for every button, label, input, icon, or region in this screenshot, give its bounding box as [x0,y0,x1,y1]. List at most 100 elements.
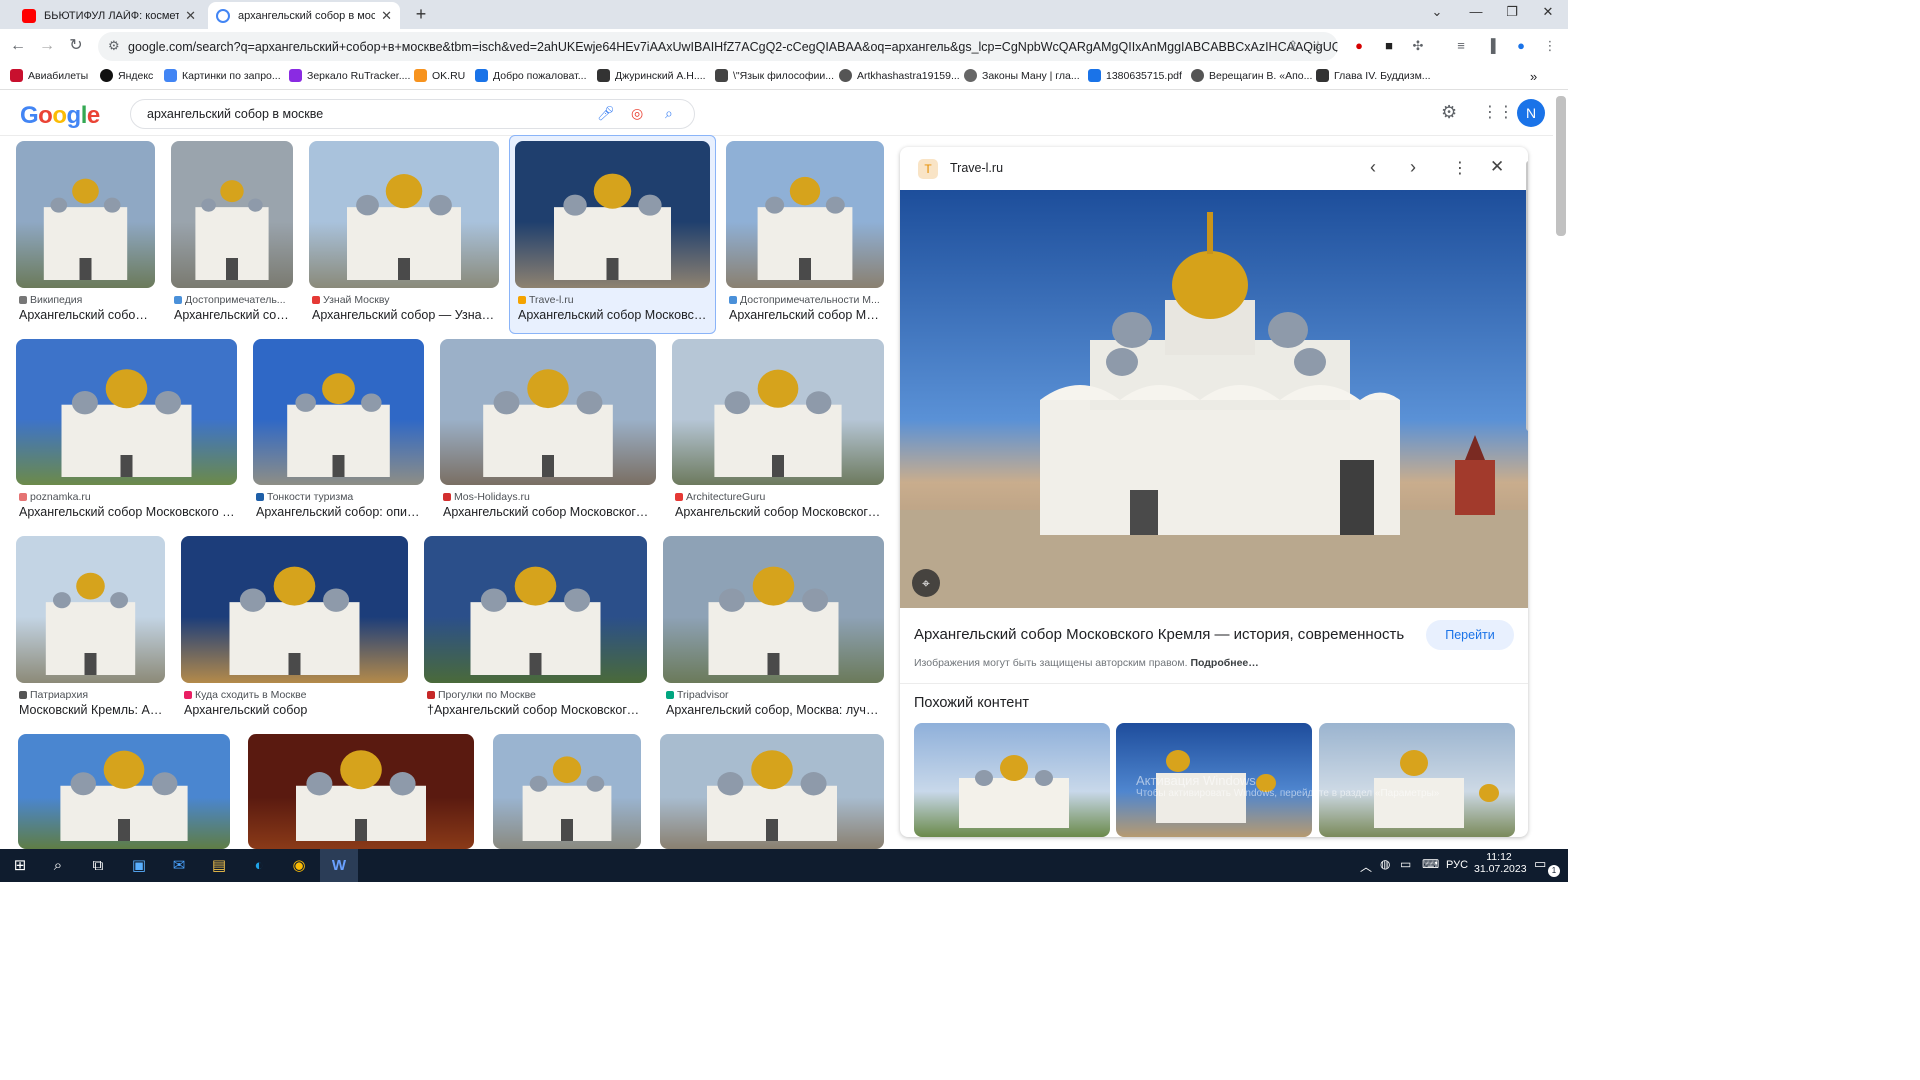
result-source[interactable]: Патриархия [19,689,164,701]
close-tab-icon[interactable]: ✕ [381,8,392,24]
result-thumbnail[interactable] [248,734,474,849]
result-thumbnail[interactable] [663,536,884,683]
bookmark-star-icon[interactable]: ☆ [1309,38,1327,56]
bookmark-item[interactable]: Глава IV. Буддизм... [1316,69,1431,82]
result-source[interactable]: ArchitectureGuru [675,491,883,503]
task-view-icon[interactable]: ⧉ [87,855,109,877]
bookmark-item[interactable]: Верещагин В. «Апо... [1191,69,1312,82]
close-panel-icon[interactable]: ✕ [1490,157,1504,177]
bookmark-item[interactable]: Зеркало RuTracker.... [289,69,410,82]
result-thumbnail[interactable] [440,339,656,485]
apps-grid-icon[interactable]: ⋮⋮ [1482,102,1514,122]
more-options-icon[interactable]: ⋮ [1452,158,1468,178]
result-source[interactable]: Достопримечательности М... [729,294,883,306]
result-source[interactable]: Википедия [19,294,154,306]
result-source[interactable]: poznamka.ru [19,491,236,503]
tab-youtube[interactable]: БЬЮТИФУЛ ЛАЙФ: косметоло ✕ [14,2,204,29]
extension-badge-icon[interactable]: ■ [1380,38,1398,56]
reload-icon[interactable]: ↻ [65,35,87,57]
window-close-icon[interactable]: ✕ [1538,4,1558,22]
result-thumbnail[interactable] [515,141,710,288]
bookmark-item[interactable]: \"Язык философии... [715,69,834,82]
result-caption[interactable]: Архангельский собор [184,703,407,717]
bookmark-item[interactable]: OK.RU [414,69,465,82]
google-logo[interactable]: Google [20,102,100,130]
result-source[interactable]: Достопримечатель... [174,294,292,306]
result-caption[interactable]: Архангельский собор: опис... [256,505,423,519]
windows-start-icon[interactable]: ⊞ [9,855,31,877]
bookmark-item[interactable]: Яндекс [100,69,153,82]
result-thumbnail[interactable] [424,536,647,683]
forward-arrow-icon[interactable]: → [36,35,58,57]
media-queue-icon[interactable]: ≡ [1452,38,1470,56]
result-caption[interactable]: Архангельский соб... [174,308,292,322]
more-bookmarks-icon[interactable]: » [1530,69,1537,84]
bookmark-item[interactable]: Добро пожаловат... [475,69,587,82]
result-thumbnail[interactable] [672,339,884,485]
result-thumbnail[interactable] [16,339,237,485]
result-caption[interactable]: Архангельский собор Московск... [518,308,709,322]
result-source[interactable]: Куда сходить в Москве [184,689,407,701]
related-image[interactable] [914,723,1110,837]
notifications-icon[interactable]: ▭ [1534,856,1546,872]
opera-extension-icon[interactable]: ● [1350,38,1368,56]
tab-google-images[interactable]: архангельский собор в моске ✕ [208,2,400,29]
result-caption[interactable]: Архангельский собор, Москва: лучш... [666,703,883,717]
address-bar[interactable]: ⚙ google.com/search?q=архангельский+собо… [98,32,1338,61]
result-thumbnail[interactable] [253,339,424,485]
result-thumbnail[interactable] [493,734,641,849]
mail-icon[interactable]: ✉ [168,855,190,877]
result-source[interactable]: Mos-Holidays.ru [443,491,655,503]
share-icon[interactable]: ⇪ [1284,38,1302,56]
store-icon[interactable]: ▣ [128,855,150,877]
result-source[interactable]: Tripadvisor [666,689,883,701]
page-scrollbar[interactable] [1556,96,1566,236]
result-caption[interactable]: Архангельский собор Мо... [729,308,883,322]
bookmark-item[interactable]: 1380635715.pdf [1088,69,1182,82]
result-caption[interactable]: Архангельский собор ... [19,308,154,322]
result-source[interactable]: Trave-l.ru [518,294,709,306]
result-caption[interactable]: Архангельский собор Московского ... [443,505,655,519]
lens-search-icon[interactable]: ⌖ [912,569,940,597]
previous-arrow-icon[interactable]: ‹ [1370,157,1376,178]
panel-site-name[interactable]: Trave-l.ru [950,161,1003,175]
result-caption[interactable]: Московский Кремль: Ар... [19,703,164,717]
search-icon[interactable]: ⌕ [665,105,673,122]
language-indicator[interactable]: РУС [1446,859,1468,871]
preview-title[interactable]: Архангельский собор Московского Кремля —… [914,626,1414,643]
minimize-icon[interactable]: — [1466,4,1486,22]
taskbar-search-icon[interactable]: ⌕ [47,855,69,877]
clock[interactable]: 11:12 31.07.2023 [1474,851,1527,875]
account-avatar[interactable]: N [1517,99,1545,127]
edge-icon[interactable]: ◐ [248,855,270,877]
preview-image[interactable]: ⌖ [900,190,1528,608]
bookmark-item[interactable]: Джуринский А.Н.... [597,69,706,82]
result-caption[interactable]: Архангельский собор Московского к... [19,505,236,519]
result-thumbnail[interactable] [309,141,499,288]
panel-scrollbar[interactable] [1526,161,1528,431]
tab-search-icon[interactable]: ⌄ [1427,4,1447,22]
result-source[interactable]: Узнай Москву [312,294,498,306]
maximize-icon[interactable]: ❐ [1502,4,1522,22]
side-panel-icon[interactable]: ▐ [1482,38,1500,56]
file-explorer-icon[interactable]: ▤ [208,855,230,877]
close-tab-icon[interactable]: ✕ [185,8,196,24]
site-info-icon[interactable]: ⚙ [108,38,120,54]
new-tab-button[interactable]: + [410,3,432,25]
learn-more-link[interactable]: Подробнее… [1190,657,1258,669]
visit-button[interactable]: Перейти [1426,620,1514,650]
extensions-puzzle-icon[interactable]: ✣ [1409,38,1427,56]
result-thumbnail[interactable] [171,141,293,288]
next-arrow-icon[interactable]: › [1410,157,1416,178]
network-icon[interactable]: ▭ [1400,857,1411,871]
result-thumbnail[interactable] [18,734,230,849]
result-thumbnail[interactable] [16,536,165,683]
result-thumbnail[interactable] [726,141,884,288]
bookmark-item[interactable]: Картинки по запро... [164,69,281,82]
result-source[interactable]: Прогулки по Москве [427,689,646,701]
bookmark-item[interactable]: Artkhashastra19159... [839,69,960,82]
profile-icon[interactable]: ● [1512,38,1530,56]
tray-chevron-icon[interactable]: ︿ [1360,858,1372,875]
chrome-icon[interactable]: ◉ [288,855,310,877]
microphone-icon[interactable]: 🎤︎ [597,105,615,122]
